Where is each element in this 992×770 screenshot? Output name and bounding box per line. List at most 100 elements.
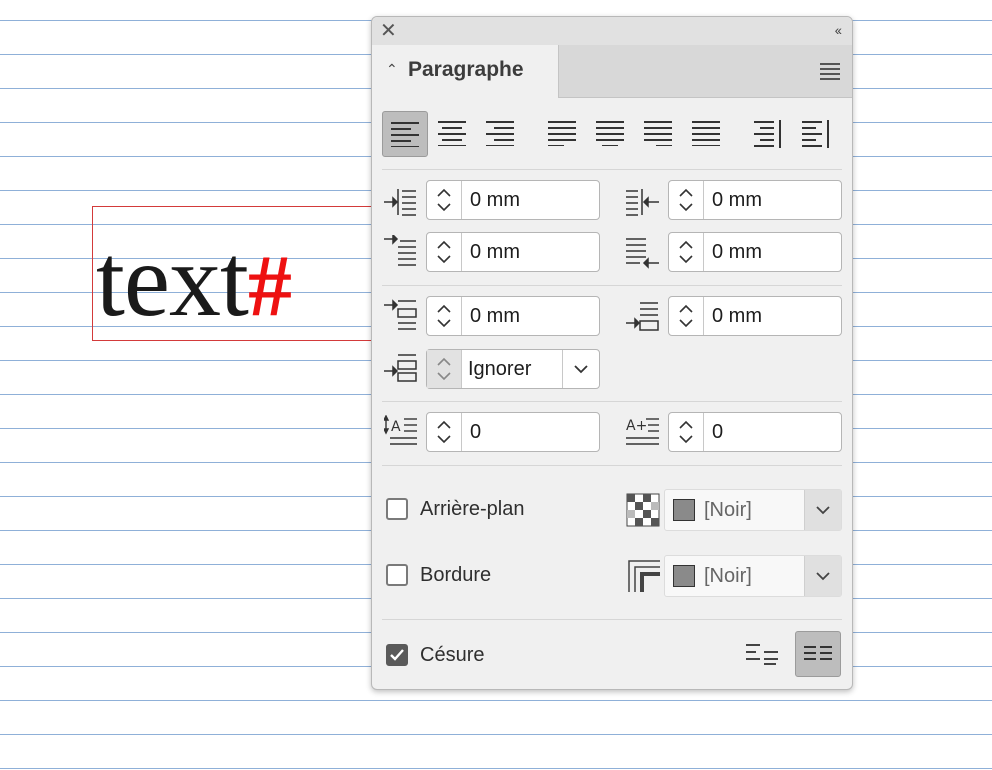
chevron-down-icon[interactable] — [679, 319, 693, 328]
border-icon — [628, 560, 660, 592]
svg-text:A+: A+ — [626, 418, 647, 434]
space-between-stepper[interactable] — [427, 350, 462, 388]
shading-color-select[interactable]: [Noir] — [664, 489, 842, 531]
justify-last-left-button[interactable] — [540, 111, 586, 157]
chevron-down-icon — [816, 572, 830, 581]
drop-cap-lines-field[interactable]: 0 — [426, 412, 600, 452]
divider — [382, 619, 842, 620]
align-left-icon — [391, 122, 419, 147]
hyphenation-checkbox[interactable] — [386, 644, 408, 666]
right-indent-value: 0 mm — [712, 189, 762, 211]
border-color-dropdown[interactable] — [804, 556, 841, 596]
drop-cap-characters-field[interactable]: 0 — [668, 412, 842, 452]
chevron-down-icon[interactable] — [679, 203, 693, 212]
divider — [382, 169, 842, 170]
sample-text: text — [96, 223, 249, 338]
tab-label: Paragraphe — [408, 58, 524, 81]
panel-menu-icon[interactable] — [820, 63, 840, 83]
justify-all-button[interactable] — [684, 111, 730, 157]
space-before-stepper[interactable] — [427, 297, 462, 335]
align-towards-spine-button[interactable] — [746, 111, 792, 157]
space-between-dropdown-toggle[interactable] — [562, 350, 599, 388]
chevron-down-icon[interactable] — [437, 372, 451, 381]
align-away-from-spine-icon — [802, 120, 829, 148]
balance-ragged-lines-button[interactable] — [740, 631, 786, 677]
shading-icon — [626, 493, 660, 527]
space-before-field[interactable]: 0 mm — [426, 296, 600, 336]
chevron-up-icon[interactable] — [679, 304, 693, 313]
svg-text:A: A — [391, 419, 401, 435]
chevron-up-icon[interactable] — [437, 357, 451, 366]
last-line-indent-icon — [626, 238, 659, 269]
justify-columns-button[interactable] — [795, 631, 841, 677]
align-right-button[interactable] — [478, 111, 524, 157]
chevron-down-icon[interactable] — [679, 255, 693, 264]
updown-chevron-icon: ⌃ — [386, 61, 398, 77]
drop-cap-characters-icon: A+ — [626, 418, 659, 445]
divider — [382, 465, 842, 466]
shading-color-dropdown[interactable] — [804, 490, 841, 530]
border-checkbox[interactable] — [386, 564, 408, 586]
space-after-field[interactable]: 0 mm — [668, 296, 842, 336]
chevron-up-icon[interactable] — [437, 188, 451, 197]
right-indent-field[interactable]: 0 mm — [668, 180, 842, 220]
shading-checkbox[interactable] — [386, 498, 408, 520]
space-between-value: Ignorer — [468, 358, 532, 380]
chevron-down-icon[interactable] — [437, 203, 451, 212]
last-line-indent-value: 0 mm — [712, 241, 762, 263]
color-swatch — [673, 499, 695, 521]
chevron-up-icon[interactable] — [679, 420, 693, 429]
align-center-icon — [438, 121, 466, 146]
justify-last-left-icon — [548, 121, 576, 146]
align-center-button[interactable] — [430, 111, 476, 157]
chevron-up-icon[interactable] — [437, 420, 451, 429]
shading-label[interactable]: Arrière-plan — [420, 498, 524, 521]
space-before-value: 0 mm — [470, 305, 520, 327]
space-after-stepper[interactable] — [669, 297, 704, 335]
left-indent-icon — [384, 189, 416, 216]
hyphenation-label[interactable]: Césure — [420, 644, 484, 667]
right-indent-stepper[interactable] — [669, 181, 704, 219]
align-towards-spine-icon — [754, 120, 781, 148]
space-between-dropdown[interactable]: Ignorer — [426, 349, 600, 389]
justify-last-right-button[interactable] — [636, 111, 682, 157]
divider — [382, 401, 842, 402]
last-line-indent-stepper[interactable] — [669, 233, 704, 271]
left-indent-value: 0 mm — [470, 189, 520, 211]
align-away-from-spine-button[interactable] — [794, 111, 840, 157]
space-after-icon — [626, 302, 659, 331]
chevron-up-icon[interactable] — [679, 188, 693, 197]
chevron-down-icon[interactable] — [679, 435, 693, 444]
shading-color-value: [Noir] — [704, 499, 752, 521]
text-frame-content[interactable]: text# — [96, 223, 292, 342]
drop-cap-lines-stepper[interactable] — [427, 413, 462, 451]
first-line-indent-stepper[interactable] — [427, 233, 462, 271]
justify-columns-icon — [804, 646, 832, 660]
chevron-down-icon[interactable] — [437, 255, 451, 264]
drop-cap-lines-value: 0 — [470, 421, 482, 443]
border-color-select[interactable]: [Noir] — [664, 555, 842, 597]
left-indent-field[interactable]: 0 mm — [426, 180, 600, 220]
align-left-button[interactable] — [382, 111, 428, 157]
close-icon[interactable]: ✕ — [380, 20, 397, 42]
chevron-up-icon[interactable] — [437, 240, 451, 249]
chevron-up-icon[interactable] — [437, 304, 451, 313]
first-line-indent-field[interactable]: 0 mm — [426, 232, 600, 272]
last-line-indent-field[interactable]: 0 mm — [668, 232, 842, 272]
justify-last-center-icon — [596, 121, 624, 146]
border-label[interactable]: Bordure — [420, 564, 491, 587]
space-after-value: 0 mm — [712, 305, 762, 327]
checkmark-icon — [390, 649, 404, 661]
tab-paragraphe[interactable]: ⌃ Paragraphe — [372, 45, 559, 98]
panel-titlebar[interactable]: ✕ ‹‹ — [372, 17, 852, 46]
left-indent-stepper[interactable] — [427, 181, 462, 219]
chevron-down-icon — [574, 365, 588, 374]
double-chevron-left-icon[interactable]: ‹‹ — [835, 22, 842, 38]
chevron-down-icon[interactable] — [437, 319, 451, 328]
chevron-down-icon[interactable] — [437, 435, 451, 444]
chevron-up-icon[interactable] — [679, 240, 693, 249]
drop-cap-characters-stepper[interactable] — [669, 413, 704, 451]
paragraph-panel: ✕ ‹‹ ⌃ Paragraphe 0 mm 0 mm 0 mm 0 mm 0 … — [371, 16, 853, 690]
justify-last-center-button[interactable] — [588, 111, 634, 157]
chevron-down-icon — [816, 506, 830, 515]
